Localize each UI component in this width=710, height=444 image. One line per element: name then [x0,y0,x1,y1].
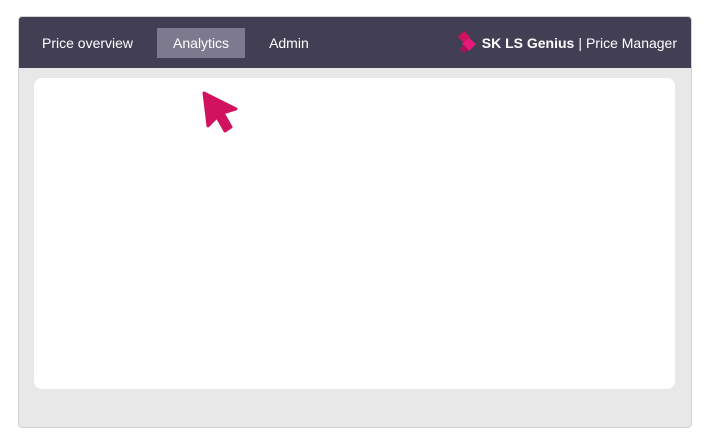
diamond-logo-icon [457,30,476,53]
tab-admin-label: Admin [269,34,309,51]
tab-analytics[interactable]: Analytics [157,27,246,58]
main-nav: Price overview Analytics Admin [28,17,333,68]
brand-separator: | [578,34,582,51]
pointer-arrow-icon [202,91,238,133]
brand-name: SK LS Genius [481,34,575,51]
app-window: Price overview Analytics Admin SK LS Gen… [18,16,692,428]
content-panel [34,78,675,389]
brand: SK LS Genius | Price Manager [457,30,677,55]
brand-product: Price Manager [585,34,677,51]
tab-price-overview-label: Price overview [42,34,134,51]
tab-price-overview[interactable]: Price overview [28,28,147,58]
tab-admin[interactable]: Admin [255,28,323,58]
tab-analytics-label: Analytics [173,34,230,51]
top-navigation-bar: Price overview Analytics Admin SK LS Gen… [19,17,691,68]
